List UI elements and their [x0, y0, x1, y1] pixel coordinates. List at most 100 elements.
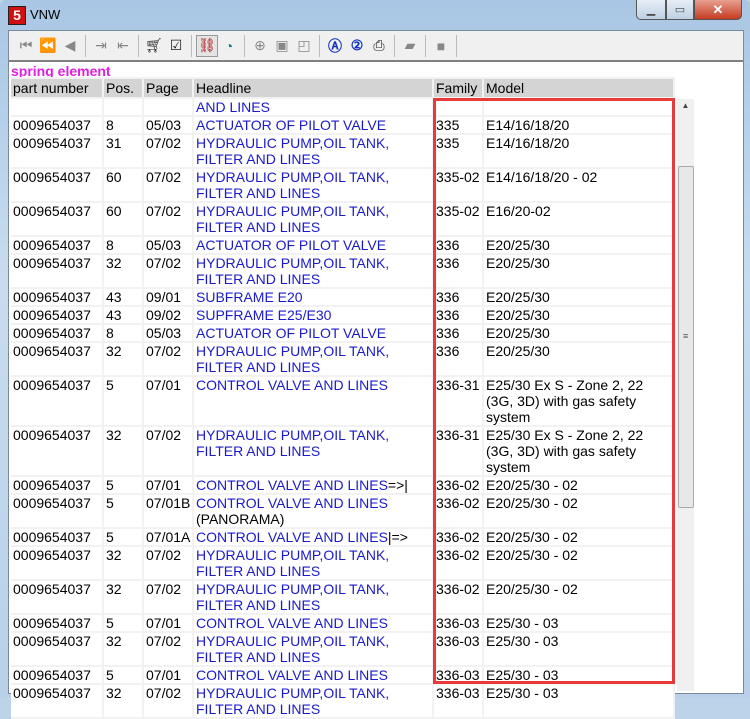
- page-cell: 05/03: [144, 325, 194, 341]
- headline-link[interactable]: CONTROL VALVE AND LINES: [196, 667, 388, 683]
- headline-cell: HYDRAULIC PUMP,OIL TANK, FILTER AND LINE…: [194, 633, 434, 665]
- headline-link[interactable]: SUPFRAME E25/E30: [196, 307, 331, 323]
- column-header-page[interactable]: Page: [144, 79, 194, 97]
- headline-link[interactable]: ACTUATOR OF PILOT VALVE: [196, 117, 386, 133]
- scrollbar-thumb[interactable]: ≡: [678, 166, 694, 508]
- stamp-icon[interactable]: ▰: [399, 35, 421, 57]
- headline-link[interactable]: HYDRAULIC PUMP,OIL TANK, FILTER AND LINE…: [196, 135, 389, 167]
- toolbar-separator: [191, 34, 192, 57]
- pos-cell: 43: [104, 307, 144, 323]
- first-icon[interactable]: ⏮: [15, 35, 37, 57]
- part-number-cell: 0009654037: [11, 255, 104, 287]
- window-frame: 5 VNW ▁ ▭ ✕ ⏮ ⏪ ◀ ⇥ ⇤ 🛒︎ ☑ ⛓︎ ◔ ⊕ ▣ ◰ Ⓐ: [0, 0, 750, 719]
- headline-link[interactable]: CONTROL VALVE AND LINES: [196, 477, 388, 493]
- link-icon[interactable]: ⛓︎: [196, 34, 218, 57]
- page-fold-icon[interactable]: ◰: [293, 35, 315, 57]
- close-button[interactable]: ✕: [694, 0, 742, 20]
- page-cell: 05/03: [144, 237, 194, 253]
- page-cell: 09/02: [144, 307, 194, 323]
- print-icon[interactable]: ⎙: [368, 35, 390, 57]
- headline-cell: HYDRAULIC PUMP,OIL TANK, FILTER AND LINE…: [194, 343, 434, 375]
- headline-cell: CONTROL VALVE AND LINES=>|: [194, 477, 434, 493]
- toolbar-separator: [456, 34, 457, 57]
- headline-link[interactable]: CONTROL VALVE AND LINES: [196, 377, 388, 393]
- part-number-cell: 0009654037: [11, 203, 104, 235]
- part-number-cell: 0009654037: [11, 343, 104, 375]
- export-icon[interactable]: ⇥: [90, 35, 112, 57]
- stop-icon[interactable]: ■: [430, 35, 452, 57]
- pos-cell: 8: [104, 237, 144, 253]
- column-header-part-number[interactable]: part number: [11, 79, 104, 97]
- headline-link[interactable]: HYDRAULIC PUMP,OIL TANK, FILTER AND LINE…: [196, 203, 389, 235]
- toolbar-separator: [425, 34, 426, 57]
- highlight-box: [433, 98, 675, 684]
- headline-link[interactable]: HYDRAULIC PUMP,OIL TANK, FILTER AND LINE…: [196, 685, 389, 717]
- page-cell: 07/02: [144, 203, 194, 235]
- headline-cell: CONTROL VALVE AND LINES: [194, 615, 434, 631]
- vertical-scrollbar[interactable]: ▲ ≡: [677, 99, 694, 691]
- page-cell: 07/02: [144, 633, 194, 665]
- part-number-cell: 0009654037: [11, 477, 104, 493]
- import-icon[interactable]: ⇤: [112, 35, 134, 57]
- search-2-icon[interactable]: ②: [346, 35, 368, 57]
- part-number-cell: 0009654037: [11, 117, 104, 133]
- zoom-in-icon[interactable]: ⊕: [249, 35, 271, 57]
- page-cell: 07/02: [144, 547, 194, 579]
- headline-link[interactable]: HYDRAULIC PUMP,OIL TANK, FILTER AND LINE…: [196, 343, 389, 375]
- rewind-icon[interactable]: ⏪: [37, 35, 59, 57]
- pos-cell: 32: [104, 343, 144, 375]
- headline-link[interactable]: CONTROL VALVE AND LINES: [196, 615, 388, 631]
- headline-link[interactable]: ACTUATOR OF PILOT VALVE: [196, 237, 386, 253]
- part-number-cell: 0009654037: [11, 237, 104, 253]
- column-header-model[interactable]: Model: [484, 79, 675, 97]
- headline-cell: HYDRAULIC PUMP,OIL TANK, FILTER AND LINE…: [194, 427, 434, 475]
- headline-link[interactable]: CONTROL VALVE AND LINES: [196, 529, 388, 545]
- pos-cell: 32: [104, 427, 144, 475]
- headline-link[interactable]: ACTUATOR OF PILOT VALVE: [196, 325, 386, 341]
- pos-cell: 32: [104, 633, 144, 665]
- headline-cell: HYDRAULIC PUMP,OIL TANK, FILTER AND LINE…: [194, 547, 434, 579]
- part-number-cell: 0009654037: [11, 547, 104, 579]
- column-header-pos[interactable]: Pos.: [104, 79, 144, 97]
- pos-cell: 5: [104, 529, 144, 545]
- pos-cell: 8: [104, 117, 144, 133]
- headline-cell: CONTROL VALVE AND LINES: [194, 377, 434, 425]
- headline-link[interactable]: HYDRAULIC PUMP,OIL TANK, FILTER AND LINE…: [196, 255, 389, 287]
- headline-link[interactable]: CONTROL VALVE AND LINES: [196, 495, 388, 511]
- page-cell: 07/01: [144, 477, 194, 493]
- maximize-button[interactable]: ▭: [666, 0, 694, 20]
- pos-cell: 8: [104, 325, 144, 341]
- page-cell: 07/01A: [144, 529, 194, 545]
- model-cell: E25/30 - 03: [484, 685, 675, 717]
- part-number-cell: 0009654037: [11, 495, 104, 527]
- headline-cell: SUPFRAME E25/E30: [194, 307, 434, 323]
- toolbar-separator: [244, 34, 245, 57]
- headline-link[interactable]: HYDRAULIC PUMP,OIL TANK, FILTER AND LINE…: [196, 427, 389, 459]
- pos-cell: 5: [104, 477, 144, 493]
- search-a-icon[interactable]: Ⓐ: [324, 35, 346, 57]
- headline-link[interactable]: AND LINES: [194, 99, 434, 115]
- table-row[interactable]: 0009654037 32 07/02 HYDRAULIC PUMP,OIL TANK…: [11, 685, 675, 717]
- page-cell: 07/01: [144, 377, 194, 425]
- checklist-icon[interactable]: ☑: [165, 35, 187, 57]
- headline-link[interactable]: HYDRAULIC PUMP,OIL TANK, FILTER AND LINE…: [196, 633, 389, 665]
- scroll-up-icon[interactable]: ▲: [677, 101, 694, 110]
- page-cell: 07/02: [144, 343, 194, 375]
- headline-cell: HYDRAULIC PUMP,OIL TANK, FILTER AND LINE…: [194, 169, 434, 201]
- headline-link[interactable]: HYDRAULIC PUMP,OIL TANK, FILTER AND LINE…: [196, 169, 389, 201]
- cart-icon[interactable]: 🛒︎: [143, 35, 165, 57]
- toolbar-separator: [138, 34, 139, 57]
- pos-cell: 5: [104, 615, 144, 631]
- minimize-button[interactable]: ▁: [636, 0, 666, 20]
- column-header-family[interactable]: Family: [434, 79, 484, 97]
- headline-link[interactable]: HYDRAULIC PUMP,OIL TANK, FILTER AND LINE…: [196, 547, 389, 579]
- clock-icon[interactable]: ◔: [218, 35, 240, 57]
- part-number-cell: 0009654037: [11, 685, 104, 717]
- page-icon[interactable]: ▣: [271, 35, 293, 57]
- headline-cell: ACTUATOR OF PILOT VALVE: [194, 325, 434, 341]
- headline-link[interactable]: SUBFRAME E20: [196, 289, 303, 305]
- toolbar-separator: [85, 34, 86, 57]
- headline-link[interactable]: HYDRAULIC PUMP,OIL TANK, FILTER AND LINE…: [196, 581, 389, 613]
- previous-icon[interactable]: ◀: [59, 35, 81, 57]
- column-header-headline[interactable]: Headline: [194, 79, 434, 97]
